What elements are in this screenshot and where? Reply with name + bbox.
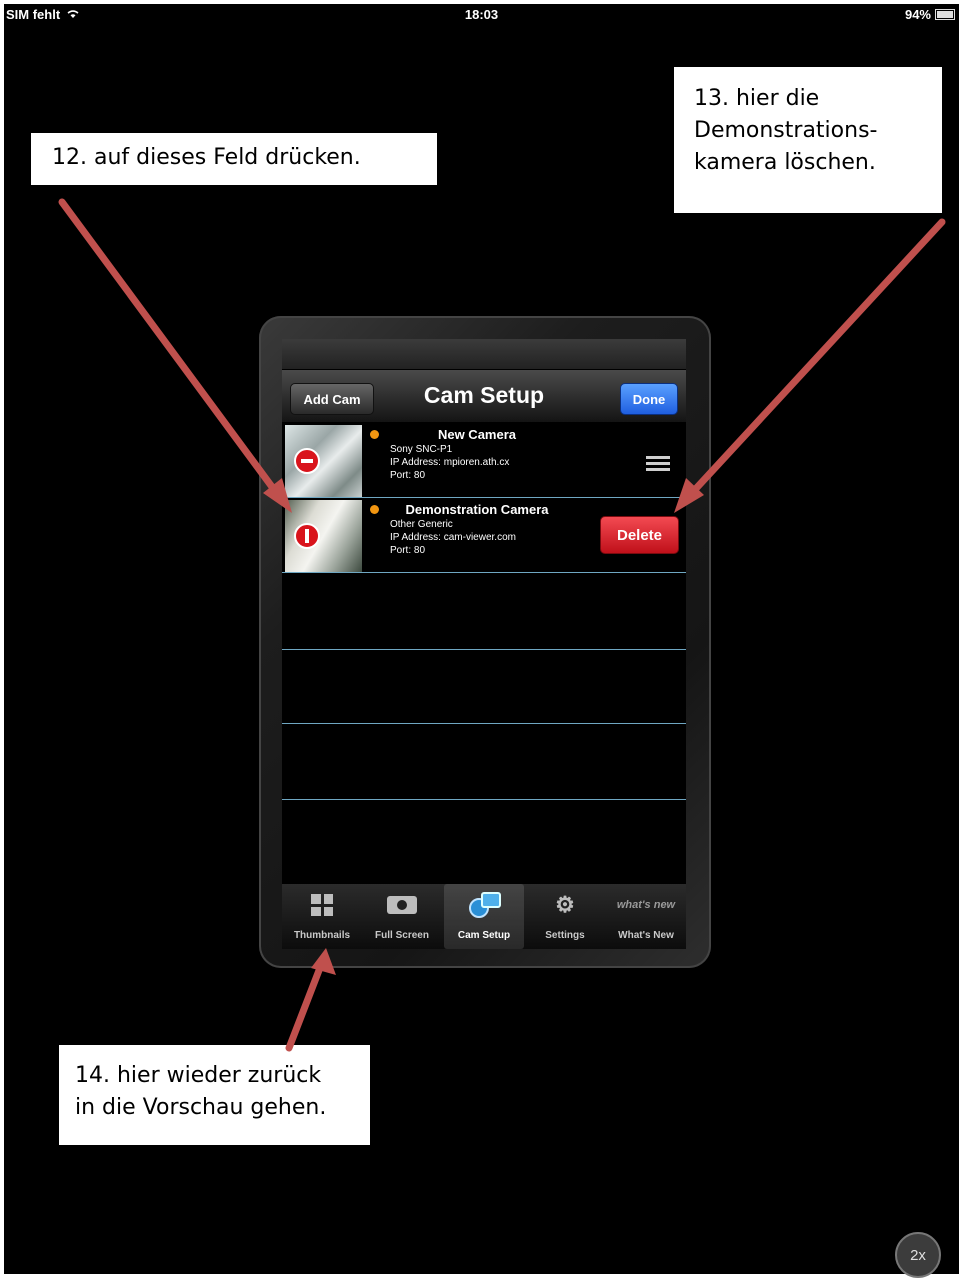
navbar: Add Cam Cam Setup Done <box>282 370 686 422</box>
callout-line: in die Vorschau gehen. <box>75 1095 327 1120</box>
app-top-bar <box>282 339 686 370</box>
reorder-handle-icon[interactable] <box>646 456 670 474</box>
camera-row-demonstration-camera[interactable]: Demonstration Camera Other Generic IP Ad… <box>282 499 686 573</box>
callout-step-14: 14. hier wieder zurück in die Vorschau g… <box>59 1045 370 1145</box>
tab-cam-setup[interactable]: Cam Setup <box>444 884 524 949</box>
battery-percent: 94% <box>904 7 931 22</box>
status-bar: SIM fehlt 18:03 94% <box>4 4 959 26</box>
callout-step-13: 13. hier die Demonstrations- kamera lösc… <box>674 67 942 213</box>
camera-ip: IP Address: cam-viewer.com <box>390 532 516 543</box>
tab-thumbnails[interactable]: Thumbnails <box>282 884 362 949</box>
tab-full-screen[interactable]: Full Screen <box>362 884 442 949</box>
whats-new-icon: what's new <box>616 899 676 911</box>
camera-port: Port: 80 <box>390 545 426 556</box>
cam-viewer-app: Add Cam Cam Setup Done New Camera Sony S… <box>282 339 686 949</box>
camera-model: Other Generic <box>390 519 453 530</box>
camera-port: Port: 80 <box>390 470 426 481</box>
list-divider <box>282 649 686 650</box>
zoom-2x-button[interactable]: 2x <box>895 1232 941 1278</box>
tab-label: Settings <box>545 930 585 941</box>
camera-ip: IP Address: mpioren.ath.cx <box>390 457 510 468</box>
done-button[interactable]: Done <box>620 383 678 415</box>
tab-label: What's New <box>618 930 674 941</box>
list-divider <box>282 723 686 724</box>
tab-bar: Thumbnails Full Screen Cam Setup ⚙ Setti… <box>282 884 686 949</box>
camera-name: New Camera <box>437 427 517 442</box>
callout-step-12: 12. auf dieses Feld drücken. <box>31 133 437 185</box>
status-dot-icon <box>370 430 379 439</box>
tab-label: Thumbnails <box>293 930 351 941</box>
delete-button[interactable]: Delete <box>600 516 679 554</box>
tab-settings[interactable]: ⚙ Settings <box>525 884 605 949</box>
camera-name: Demonstration Camera <box>405 502 549 517</box>
callout-line: Demonstrations- <box>694 118 878 143</box>
clock: 18:03 <box>464 7 499 22</box>
tab-whats-new[interactable]: what's new What's New <box>606 884 686 949</box>
list-divider <box>282 799 686 800</box>
battery-icon <box>935 9 955 20</box>
callout-line: 13. hier die <box>694 86 820 111</box>
camera-model: Sony SNC-P1 <box>390 444 453 455</box>
delete-minus-icon[interactable] <box>294 523 320 549</box>
tab-label: Cam Setup <box>457 930 511 941</box>
delete-minus-icon[interactable] <box>294 448 320 474</box>
grid-icon <box>311 894 333 916</box>
camera-row-new-camera[interactable]: New Camera Sony SNC-P1 IP Address: mpior… <box>282 424 686 498</box>
callout-line: kamera löschen. <box>694 150 876 175</box>
callout-line: 14. hier wieder zurück <box>75 1063 322 1088</box>
tab-label: Full Screen <box>375 930 429 941</box>
callout-line: 12. auf dieses Feld drücken. <box>52 145 361 170</box>
cam-setup-icon <box>467 892 501 918</box>
camera-icon <box>387 896 417 914</box>
gears-icon: ⚙ <box>555 892 575 917</box>
status-dot-icon <box>370 505 379 514</box>
